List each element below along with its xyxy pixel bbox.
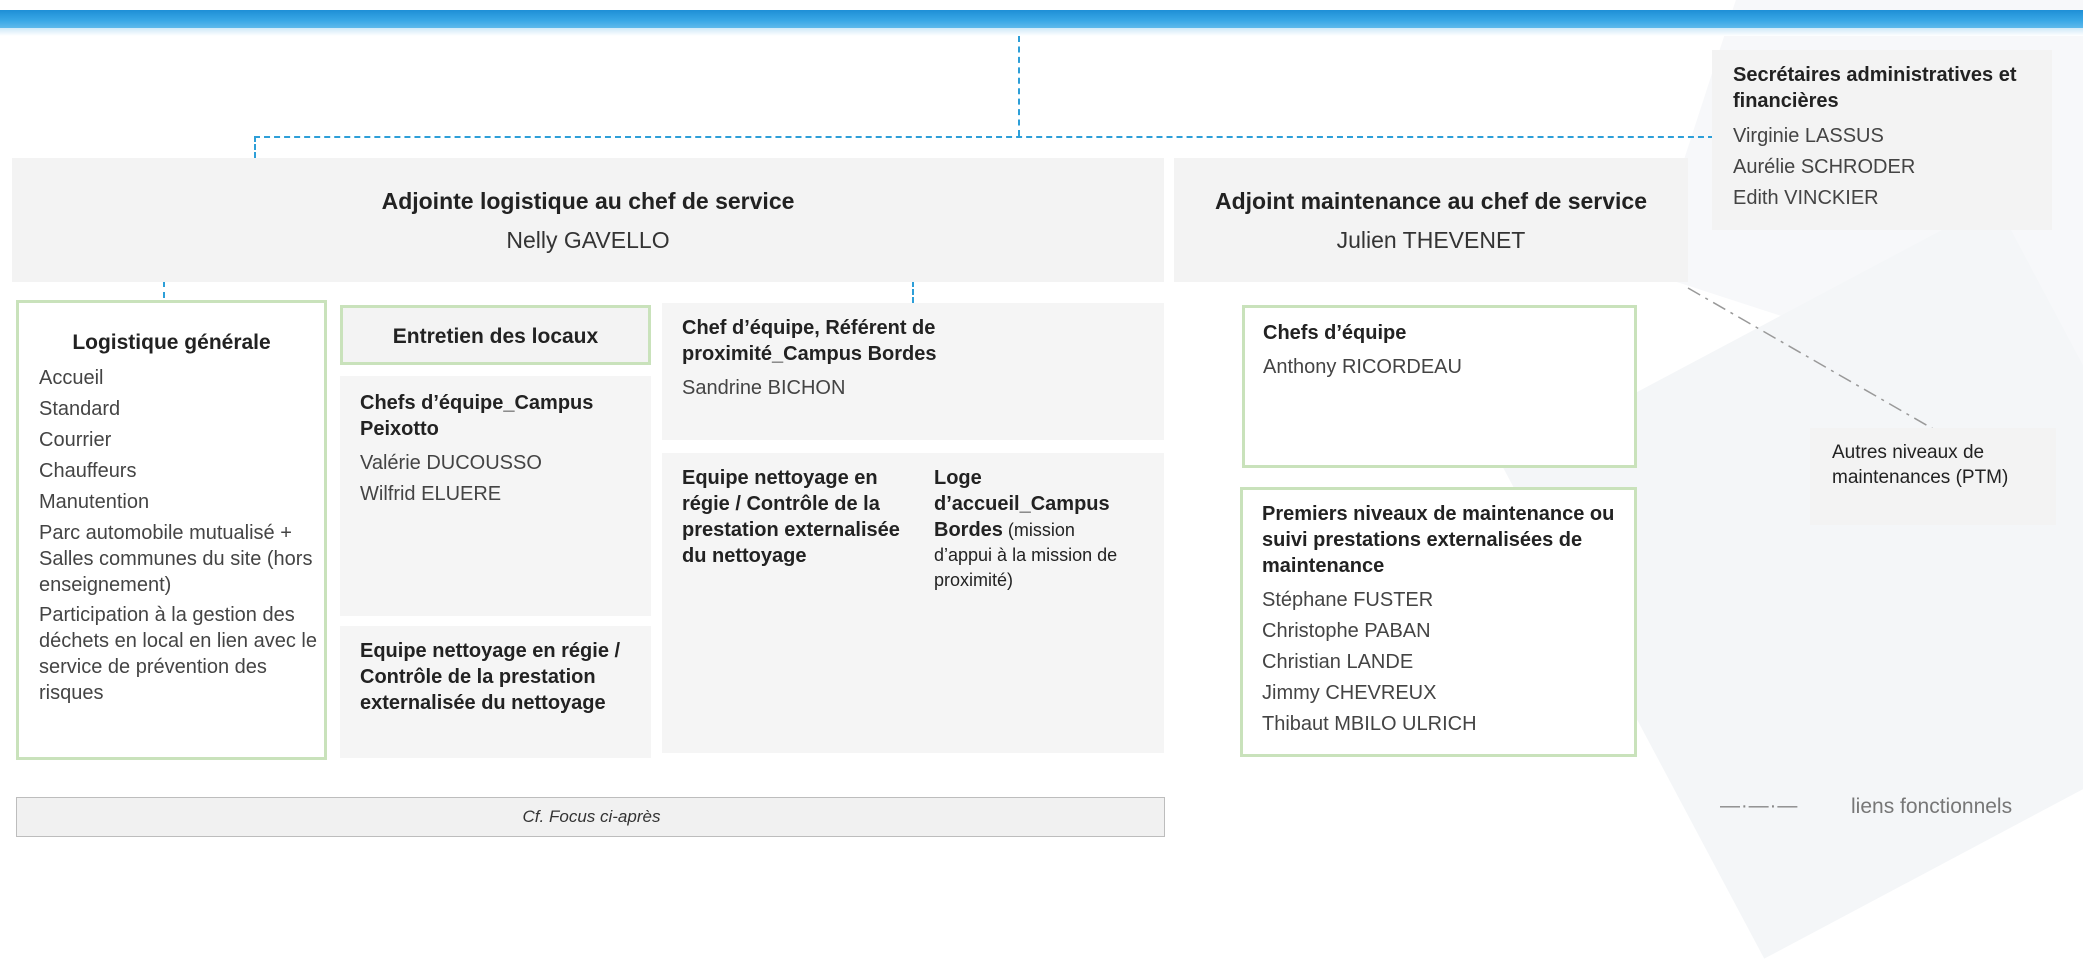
secretaires-title: Secrétaires administratives et financièr…: [1733, 64, 2017, 112]
chefs-peixotto-box: Chefs d’équipe_Campus Peixotto Valérie D…: [340, 376, 651, 616]
chef-bordes-name: Sandrine BICHON: [682, 377, 846, 399]
equipe-nettoyage-bordes-title: Equipe nettoyage en régie / Contrôle de …: [682, 467, 900, 567]
equipe-nettoyage-box: Equipe nettoyage en régie / Contrôle de …: [340, 626, 651, 758]
chefs-peixotto-names: Valérie DUCOUSSO Wilfrid ELUERE: [360, 448, 542, 510]
person-name: Christian LANDE: [1262, 651, 1414, 673]
chefs-maintenance-box: Chefs d’équipe Anthony RICORDEAU: [1242, 305, 1637, 468]
adjoint-maintenance-name: Julien THEVENET: [1336, 227, 1526, 253]
list-item: Courrier: [39, 429, 112, 451]
list-item: Participation à la gestion des déchets e…: [39, 604, 317, 704]
person-name: Jimmy CHEVREUX: [1262, 682, 1437, 704]
secretaire-name: Virginie LASSUS: [1733, 125, 1884, 147]
adjoint-maintenance-title: Adjoint maintenance au chef de service: [1214, 188, 1648, 214]
person-name: Stéphane FUSTER: [1262, 589, 1434, 611]
list-item: Accueil: [39, 367, 104, 389]
logistique-generale-list: Accueil Standard Courrier Chauffeurs Man…: [39, 363, 319, 706]
legend-line-symbol: —·—·—: [1720, 795, 1799, 817]
list-item: Parc automobile mutualisé + Salles commu…: [39, 522, 313, 596]
chefs-maintenance-names: Anthony RICORDEAU: [1263, 352, 1462, 383]
secretaires-names: Virginie LASSUS Aurélie SCHRODER Edith V…: [1733, 121, 1915, 214]
focus-note-box: Cf. Focus ci-après: [16, 797, 1165, 837]
person-name: Christophe PABAN: [1262, 620, 1431, 642]
premiers-niveaux-title: Premiers niveaux de maintenance ou suivi…: [1262, 503, 1615, 577]
premiers-niveaux-box: Premiers niveaux de maintenance ou suivi…: [1240, 487, 1637, 757]
person-name: Wilfrid ELUERE: [360, 483, 502, 505]
chefs-maintenance-title: Chefs d’équipe: [1263, 322, 1407, 344]
logistique-generale-box: Logistique générale Accueil Standard Cou…: [16, 300, 327, 760]
person-name: Anthony RICORDEAU: [1263, 356, 1462, 378]
person-name: Thibaut MBILO ULRICH: [1262, 713, 1477, 735]
legend-label: liens fonctionnels: [1851, 795, 2013, 818]
entretien-locaux-title: Entretien des locaux: [392, 325, 599, 348]
secretaire-name: Aurélie SCHRODER: [1733, 156, 1916, 178]
adjoint-logistique-name: Nelly GAVELLO: [506, 227, 670, 253]
focus-note-text: Cf. Focus ci-après: [522, 807, 661, 826]
secretaires-box: Secrétaires administratives et financièr…: [1712, 50, 2052, 230]
adjoint-logistique-box: Adjointe logistique au chef de service N…: [12, 158, 1164, 282]
autres-niveaux-box: Autres niveaux de maintenances (PTM): [1810, 428, 2056, 525]
functional-link-line: [1687, 287, 1936, 431]
logistique-generale-title: Logistique générale: [72, 331, 271, 354]
loge-accueil: Loge d’accueil_Campus Bordes (mission d’…: [934, 465, 1134, 593]
chef-bordes-box: Chef d’équipe, Référent de proximité_Cam…: [662, 303, 1164, 440]
adjoint-logistique-title: Adjointe logistique au chef de service: [381, 188, 795, 214]
list-item: Standard: [39, 398, 121, 420]
bordes-teams-box: Equipe nettoyage en régie / Contrôle de …: [662, 453, 1164, 753]
chefs-peixotto-title: Chefs d’équipe_Campus Peixotto: [360, 392, 594, 440]
secretaire-name: Edith VINCKIER: [1733, 187, 1879, 209]
adjoint-maintenance-box: Adjoint maintenance au chef de service J…: [1174, 158, 1688, 282]
entretien-locaux-box: Entretien des locaux: [340, 305, 651, 365]
list-item: Chauffeurs: [39, 460, 137, 482]
chef-bordes-title: Chef d’équipe, Référent de proximité_Cam…: [682, 317, 937, 365]
equipe-nettoyage-title: Equipe nettoyage en régie / Contrôle de …: [360, 640, 621, 714]
person-name: Valérie DUCOUSSO: [360, 452, 542, 474]
legend: —·—·— liens fonctionnels: [1720, 795, 2060, 823]
premiers-niveaux-names: Stéphane FUSTER Christophe PABAN Christi…: [1262, 585, 1477, 740]
autres-niveaux-text: Autres niveaux de maintenances (PTM): [1832, 442, 2009, 488]
list-item: Manutention: [39, 491, 150, 513]
